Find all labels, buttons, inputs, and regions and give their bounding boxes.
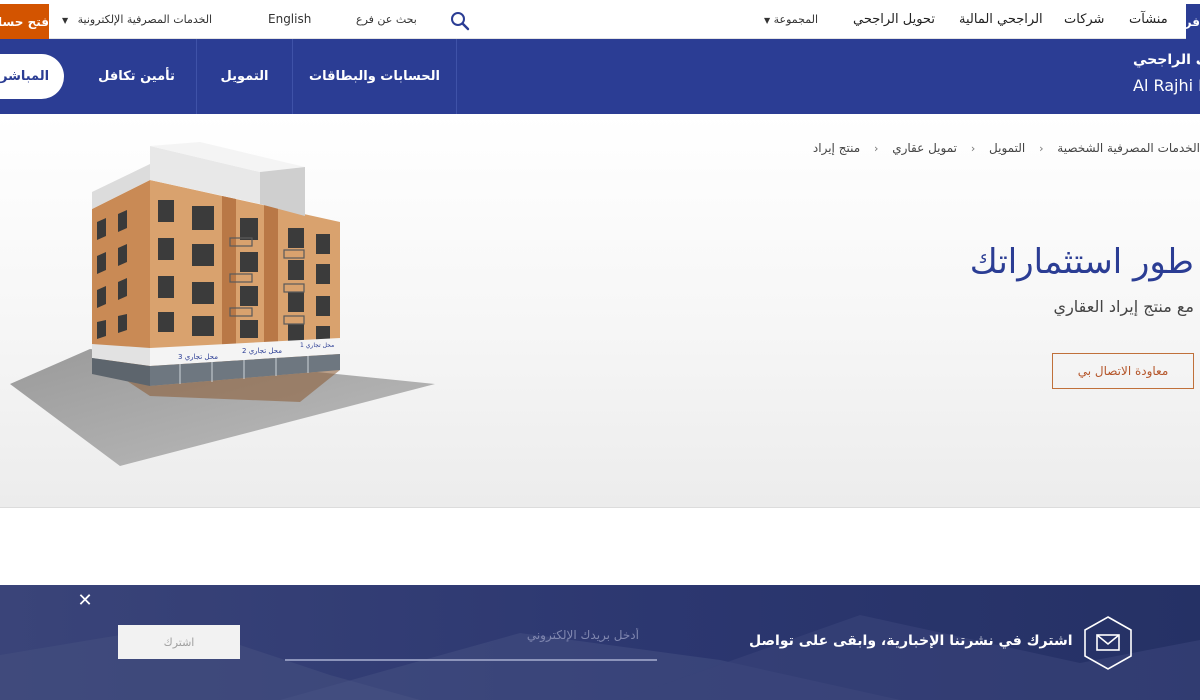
sme-link[interactable]: منشآت xyxy=(1129,12,1168,27)
group-menu[interactable]: ▼ المجموعة xyxy=(758,13,818,26)
nav-item-takaful-insurance[interactable]: تأمين تكافل xyxy=(80,39,193,114)
rajhi-capital-link[interactable]: الراجحي المالية xyxy=(959,12,1043,27)
breadcrumb: الخدمات المصرفية الشخصية ‹ التمويل ‹ تمو… xyxy=(531,141,1200,155)
nav-item-financing[interactable]: التمويل xyxy=(197,39,292,114)
hero-banner: الخدمات المصرفية الشخصية ‹ التمويل ‹ تمو… xyxy=(0,114,1200,508)
breadcrumb-item-current: منتج إيراد xyxy=(812,141,861,155)
nav-divider xyxy=(456,39,457,114)
shop-sign-2: محل تجاري 2 xyxy=(242,347,282,355)
eservices-menu[interactable]: ▼ الخدمات المصرفية الإلكترونية xyxy=(62,13,212,26)
hero-subtitle: مع منتج إيراد العقاري xyxy=(1053,297,1194,316)
chevron-left-icon: ‹ xyxy=(873,142,879,155)
open-account-button[interactable]: فتح حساب xyxy=(0,4,49,39)
rajhi-transfer-link[interactable]: تحويل الراجحي xyxy=(853,12,935,27)
subscribe-button[interactable]: اشترك xyxy=(118,625,240,659)
mail-icon xyxy=(1084,616,1132,670)
search-icon xyxy=(451,12,470,31)
newsletter-text: اشترك في نشرتنا الإخبارية، وابقى على توا… xyxy=(749,633,1073,649)
breadcrumb-item-financing[interactable]: التمويل xyxy=(989,141,1025,155)
caret-down-icon: ▼ xyxy=(62,16,69,25)
shop-sign-1: محل تجاري 1 xyxy=(300,342,334,349)
newsletter-email-input[interactable] xyxy=(285,621,657,661)
search-button[interactable] xyxy=(450,11,470,31)
breadcrumb-item-real-estate[interactable]: تمويل عقاري xyxy=(892,141,957,155)
nav-item-accounts-cards[interactable]: الحسابات والبطاقات xyxy=(293,39,456,114)
main-navigation: المباشر تأمين تكافل التمويل الحسابات وال… xyxy=(0,39,1200,114)
hero-title: طور استثماراتك xyxy=(969,242,1194,282)
language-switch-link[interactable]: English xyxy=(268,12,311,26)
building-illustration: محل تجاري 3 محل تجاري 2 محل تجاري 1 xyxy=(10,142,435,466)
eservices-label: الخدمات المصرفية الإلكترونية xyxy=(77,13,213,26)
shop-sign-3: محل تجاري 3 xyxy=(178,353,218,361)
top-utility-bar: فتح حساب ▼ الخدمات المصرفية الإلكترونية … xyxy=(0,0,1200,39)
group-menu-label: المجموعة xyxy=(773,13,819,26)
direct-login-button[interactable]: المباشر xyxy=(0,54,64,99)
branch-search-link[interactable]: بحث عن فرع xyxy=(356,13,417,26)
newsletter-bar: ✕ اشترك اشترك في نشرتنا الإخبارية، وابقى… xyxy=(0,585,1200,700)
chevron-left-icon: ‹ xyxy=(1039,142,1044,155)
corporate-link[interactable]: شركات xyxy=(1064,12,1104,27)
close-icon: ✕ xyxy=(77,590,93,611)
request-callback-button[interactable]: معاودة الاتصال بي xyxy=(1052,353,1194,389)
brand-name-english[interactable]: Al Rajhi Bank xyxy=(1133,76,1200,95)
breadcrumb-item-personal-banking[interactable]: الخدمات المصرفية الشخصية xyxy=(1057,141,1200,155)
personal-tab[interactable]: فردي xyxy=(1186,4,1200,39)
close-newsletter-button[interactable]: ✕ xyxy=(75,591,95,611)
chevron-left-icon: ‹ xyxy=(970,142,976,155)
brand-name-arabic[interactable]: مصرف الراجحي xyxy=(1133,52,1200,68)
caret-down-icon: ▼ xyxy=(764,16,771,25)
